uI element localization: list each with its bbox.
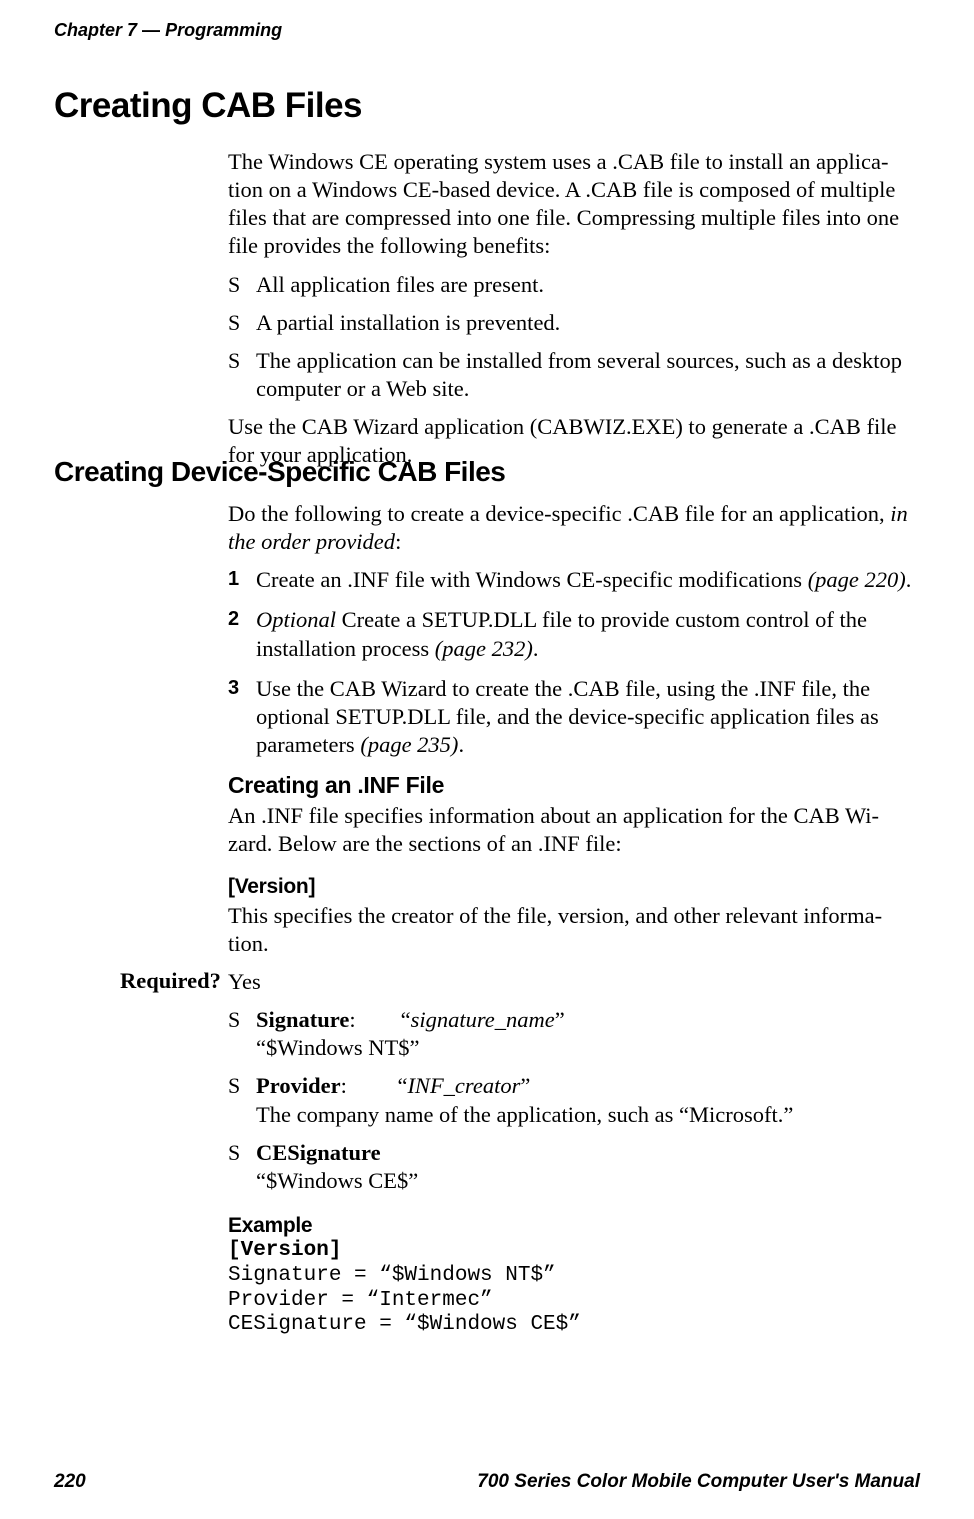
heading-4-example: Example bbox=[228, 1213, 928, 1239]
intro-paragraph: The Windows CE operating system uses a .… bbox=[228, 148, 928, 261]
step-text: Create a SETUP.DLL file to provide custo… bbox=[256, 607, 867, 660]
item-value: INF_creator bbox=[407, 1073, 520, 1098]
list-item: CESignature “$Windows CE$” bbox=[228, 1139, 928, 1195]
page-ref: (page 232) bbox=[435, 636, 533, 661]
footer: 220 700 Series Color Mobile Computer Use… bbox=[54, 1471, 920, 1493]
list-item: Signature: “signature_name” “$Windows NT… bbox=[228, 1006, 928, 1062]
item-name: Provider bbox=[256, 1073, 341, 1098]
step-post: . bbox=[906, 567, 912, 592]
item-value: signature_name bbox=[411, 1007, 555, 1032]
list-item: Create an .INF file with Windows CE-spec… bbox=[228, 566, 928, 594]
page: Chapter 7 — Programming Creating CAB Fil… bbox=[0, 0, 974, 1519]
version-body: This specifies the creator of the file, … bbox=[228, 902, 928, 958]
header-separator: — bbox=[142, 20, 160, 40]
item-body: The company name of the application, suc… bbox=[256, 1102, 793, 1127]
heading-3-inf: Creating an .INF File bbox=[228, 771, 928, 800]
list-item: The application can be installed from se… bbox=[228, 347, 928, 403]
page-ref: (page 235) bbox=[360, 732, 458, 757]
version-items: Signature: “signature_name” “$Windows NT… bbox=[228, 1006, 928, 1195]
h2-intro-post: : bbox=[395, 529, 401, 554]
list-item: Provider: “INF_creator” The company name… bbox=[228, 1072, 928, 1128]
item-name: Signature bbox=[256, 1007, 349, 1032]
list-item: A partial installation is prevented. bbox=[228, 309, 928, 337]
optional-label: Optional bbox=[256, 607, 336, 632]
header-chapter: Chapter 7 bbox=[54, 20, 137, 40]
code-head: [Version] bbox=[228, 1239, 341, 1262]
h2-intro-pre: Do the following to create a device-spec… bbox=[228, 501, 890, 526]
close-quote: ” bbox=[520, 1073, 530, 1098]
running-header: Chapter 7 — Programming bbox=[54, 20, 282, 41]
step-text: Use the CAB Wizard to create the .CAB fi… bbox=[256, 676, 879, 757]
heading-2: Creating Device-Specific CAB Files bbox=[54, 456, 505, 488]
h2-intro: Do the following to create a device-spec… bbox=[228, 500, 928, 556]
example-code: [Version] Signature = “$Windows NT$” Pro… bbox=[228, 1239, 928, 1338]
version-section: Yes Signature: “signature_name” “$Window… bbox=[228, 968, 928, 1338]
heading-4-version: [Version] bbox=[228, 874, 928, 900]
header-section: Programming bbox=[165, 20, 282, 40]
code-body: Signature = “$Windows NT$” Provider = “I… bbox=[228, 1264, 581, 1337]
step-text: Create an .INF file with Windows CE-spec… bbox=[256, 567, 808, 592]
list-item: All application files are present. bbox=[228, 271, 928, 299]
h2-body: Do the following to create a device-spec… bbox=[228, 500, 928, 969]
step-post: . bbox=[458, 732, 464, 757]
item-body: “$Windows CE$” bbox=[256, 1168, 418, 1193]
list-item: Optional Create a SETUP.DLL file to prov… bbox=[228, 606, 928, 662]
required-label: Required? bbox=[120, 968, 221, 994]
required-value: Yes bbox=[228, 968, 928, 996]
steps-list: Create an .INF file with Windows CE-spec… bbox=[228, 566, 928, 759]
benefits-list: All application files are present. A par… bbox=[228, 271, 928, 404]
colon: : “ bbox=[349, 1007, 410, 1032]
page-number: 220 bbox=[54, 1471, 86, 1493]
item-name: CESignature bbox=[256, 1140, 381, 1165]
close-quote: ” bbox=[555, 1007, 565, 1032]
h3-body: An .INF file specifies information about… bbox=[228, 802, 928, 858]
step-post: . bbox=[533, 636, 539, 661]
intro-block: The Windows CE operating system uses a .… bbox=[228, 148, 928, 479]
heading-1: Creating CAB Files bbox=[54, 86, 362, 126]
page-ref: (page 220) bbox=[808, 567, 906, 592]
colon: : “ bbox=[341, 1073, 408, 1098]
list-item: Use the CAB Wizard to create the .CAB fi… bbox=[228, 675, 928, 759]
manual-title: 700 Series Color Mobile Computer User's … bbox=[477, 1471, 920, 1493]
item-body: “$Windows NT$” bbox=[256, 1035, 419, 1060]
